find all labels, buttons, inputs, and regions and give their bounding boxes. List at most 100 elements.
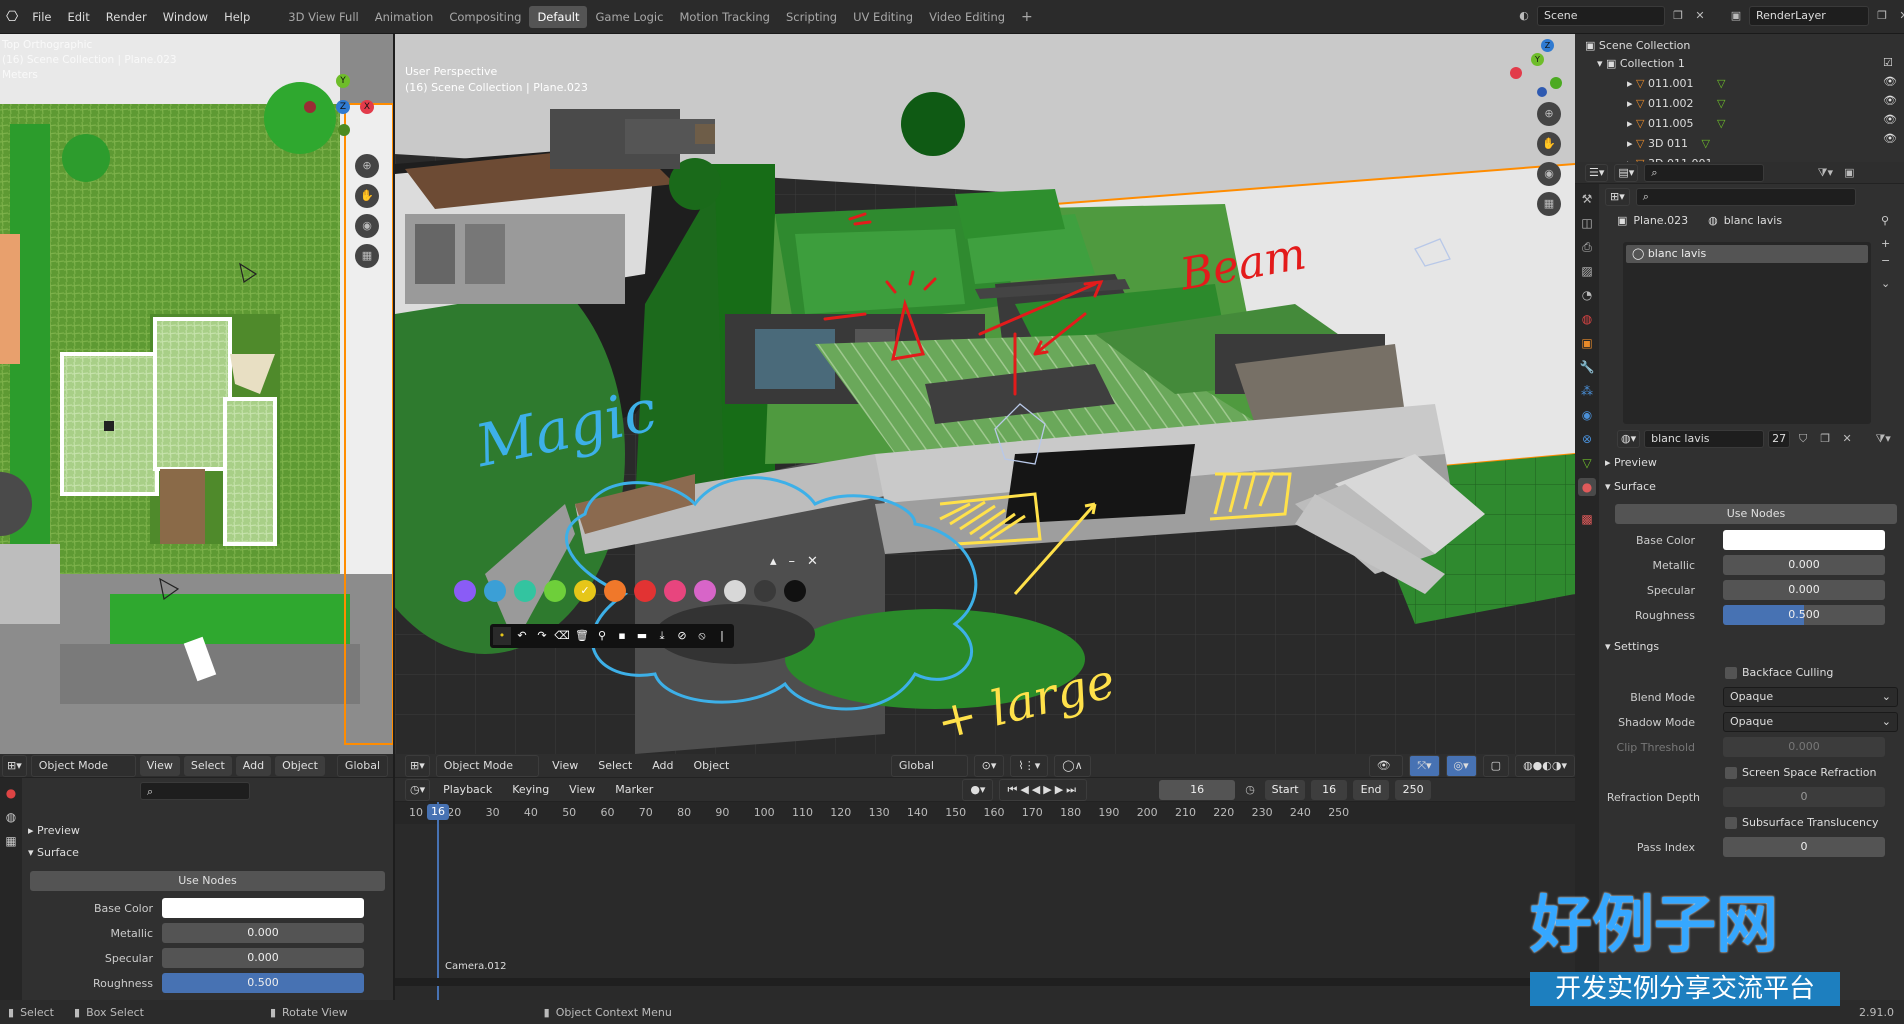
use-nodes-button[interactable]: Use Nodes xyxy=(1615,504,1897,524)
outliner-editor-icon[interactable]: ☰▾ xyxy=(1585,163,1609,182)
pivot-icon[interactable]: ⊙▾ xyxy=(973,754,1005,777)
palette-color-swatch[interactable] xyxy=(484,580,506,602)
trash-icon[interactable]: 🗑 xyxy=(573,627,591,645)
clip-threshold-field[interactable]: 0.000 xyxy=(1723,737,1885,757)
tool-tab-icon[interactable]: ⚒ xyxy=(1578,190,1596,208)
base-color-swatch[interactable] xyxy=(1723,530,1885,550)
main-object-menu[interactable]: Object xyxy=(687,756,737,776)
menu-help[interactable]: Help xyxy=(216,10,258,24)
palette-color-swatch[interactable]: ✓ xyxy=(574,580,596,602)
settings-section[interactable]: ▾ Settings xyxy=(1605,636,1659,658)
material-browse-icon[interactable]: ◍▾ xyxy=(1617,430,1641,448)
left-base-color-swatch[interactable] xyxy=(162,898,364,918)
blend-mode-dropdown[interactable]: Opaque ⌄ xyxy=(1723,687,1898,707)
left-viewport[interactable]: Top Orthographic (16) Scene Collection |… xyxy=(0,34,393,754)
gizmo-toggle-icon[interactable]: ⤧▾ xyxy=(1409,754,1440,777)
tab-3d-view-full[interactable]: 3D View Full xyxy=(280,6,366,28)
main-view-menu[interactable]: View xyxy=(545,756,585,776)
keying-menu[interactable]: Keying xyxy=(505,780,556,800)
pass-index-field[interactable]: 0 xyxy=(1723,837,1885,857)
left-metallic-field[interactable]: 0.000 xyxy=(162,923,364,943)
particles-tab-icon[interactable]: ⁂ xyxy=(1578,382,1596,400)
main-camera-icon[interactable]: ◉ xyxy=(1537,162,1561,186)
render-tab-icon[interactable]: ◫ xyxy=(1578,214,1596,232)
left-select-menu[interactable]: Select xyxy=(183,755,232,776)
palette-color-swatch[interactable] xyxy=(454,580,476,602)
outliner-item[interactable]: ▸ ▽ 011.001 ▽ xyxy=(1627,74,1725,94)
pan-hand-icon[interactable]: ✋ xyxy=(355,184,379,208)
palette-color-swatch[interactable] xyxy=(514,580,536,602)
palette-color-swatch[interactable] xyxy=(694,580,716,602)
left-use-nodes-button[interactable]: Use Nodes xyxy=(30,871,385,891)
eraser-icon[interactable]: ⌫ xyxy=(553,627,571,645)
redo-icon[interactable]: ↷ xyxy=(533,627,551,645)
palette-color-swatch[interactable] xyxy=(634,580,656,602)
disable-icon[interactable]: ⦸ xyxy=(693,627,711,645)
remove-scene-icon[interactable]: ✕ xyxy=(1691,7,1709,25)
remove-layer-icon[interactable]: ✕ xyxy=(1895,7,1904,25)
props-editor-icon[interactable]: ⊞▾ xyxy=(1605,188,1630,206)
save-icon[interactable]: ▪ xyxy=(613,627,631,645)
outliner-collection-1[interactable]: ▾ ▣ Collection 1 xyxy=(1597,54,1685,74)
palette-close-icon[interactable]: ✕ xyxy=(807,554,818,569)
left-roughness-field[interactable]: 0.500 xyxy=(162,973,364,993)
left-mode-dropdown[interactable]: Object Mode xyxy=(30,754,136,777)
physics-tab-icon[interactable]: ◉ xyxy=(1578,406,1596,424)
copy-scene-icon[interactable]: ❐ xyxy=(1669,7,1687,25)
clock-icon[interactable]: ◷ xyxy=(1241,781,1259,799)
remove-slot-icon[interactable]: − xyxy=(1881,254,1890,267)
tab-motion-tracking[interactable]: Motion Tracking xyxy=(671,6,778,28)
output-tab-icon[interactable]: ⎙ xyxy=(1578,238,1596,256)
render-layer-field[interactable]: RenderLayer xyxy=(1749,6,1869,26)
surface-section[interactable]: ▾ Surface xyxy=(1605,476,1656,498)
roughness-field[interactable]: 0.500 xyxy=(1723,605,1885,625)
left-add-menu[interactable]: Add xyxy=(235,755,272,776)
scene-tab-icon[interactable]: ◔ xyxy=(1578,286,1596,304)
modifier-tab-icon[interactable]: 🔧 xyxy=(1578,358,1596,376)
outliner-item[interactable]: ▸ ▽ 011.002 ▽ xyxy=(1627,94,1725,114)
left-preview-section[interactable]: ▸ Preview xyxy=(28,820,80,842)
specular-field[interactable]: 0.000 xyxy=(1723,580,1885,600)
texture-tab-icon[interactable]: ▦ xyxy=(2,832,20,850)
overlay-toggle-icon[interactable]: ◎▾ xyxy=(1445,754,1477,777)
add-workspace-icon[interactable]: + xyxy=(1013,6,1041,28)
timeline-ruler[interactable]: 10 20 30 40 50 60 70 80 90 100 110 120 130 140 150 160 1… xyxy=(395,802,1575,824)
left-search-field[interactable]: ⌕ xyxy=(140,782,250,800)
download-icon[interactable]: ⤓ xyxy=(653,627,671,645)
outliner-item[interactable]: ▸ ▽ 011.005 ▽ xyxy=(1627,114,1725,134)
eye-icon[interactable]: 👁 xyxy=(1883,75,1897,88)
menu-render[interactable]: Render xyxy=(98,10,155,24)
preview-section[interactable]: ▸ Preview xyxy=(1605,452,1657,474)
render-layer-icon[interactable]: ▣ xyxy=(1727,7,1745,25)
tab-video-editing[interactable]: Video Editing xyxy=(921,6,1013,28)
new-collection-icon[interactable]: ▣ xyxy=(1840,164,1858,182)
playback-menu[interactable]: Playback xyxy=(436,780,499,800)
record-icon[interactable]: ●▾ xyxy=(962,778,994,801)
timeline-scrollbar[interactable] xyxy=(395,978,1575,986)
fake-user-icon[interactable]: ⛉ xyxy=(1794,430,1812,448)
marker-menu[interactable]: Marker xyxy=(608,780,660,800)
xray-icon[interactable]: ▢ xyxy=(1482,754,1510,777)
start-frame-field[interactable]: 16 xyxy=(1311,779,1348,800)
metallic-field[interactable]: 0.000 xyxy=(1723,555,1885,575)
tab-game-logic[interactable]: Game Logic xyxy=(587,6,671,28)
palette-color-swatch[interactable] xyxy=(544,580,566,602)
palette-color-swatch[interactable] xyxy=(784,580,806,602)
main-grid-icon[interactable]: ▦ xyxy=(1537,192,1561,216)
left-nav-gizmo[interactable]: Y Z X xyxy=(300,74,380,136)
playhead[interactable] xyxy=(437,802,439,1000)
menu-edit[interactable]: Edit xyxy=(59,10,97,24)
blender-logo-icon[interactable]: ⎔ xyxy=(0,9,24,25)
slot-menu-icon[interactable]: ⌄ xyxy=(1881,277,1890,290)
backface-culling-checkbox[interactable]: Backface Culling xyxy=(1725,666,1833,679)
tab-animation[interactable]: Animation xyxy=(367,6,442,28)
snap-icon[interactable]: ⌇⋮▾ xyxy=(1010,754,1049,777)
line-width-icon[interactable]: | xyxy=(713,627,731,645)
shadow-mode-dropdown[interactable]: Opaque ⌄ xyxy=(1723,712,1898,732)
left-orientation-dropdown[interactable]: Global xyxy=(336,754,389,777)
material-tab-icon[interactable]: ● xyxy=(1578,478,1596,496)
visibility-icon[interactable]: 👁▾ xyxy=(1368,754,1404,792)
props-search[interactable]: ⌕ xyxy=(1635,188,1856,206)
unlink-material-icon[interactable]: ✕ xyxy=(1838,430,1856,448)
menu-window[interactable]: Window xyxy=(155,10,216,24)
